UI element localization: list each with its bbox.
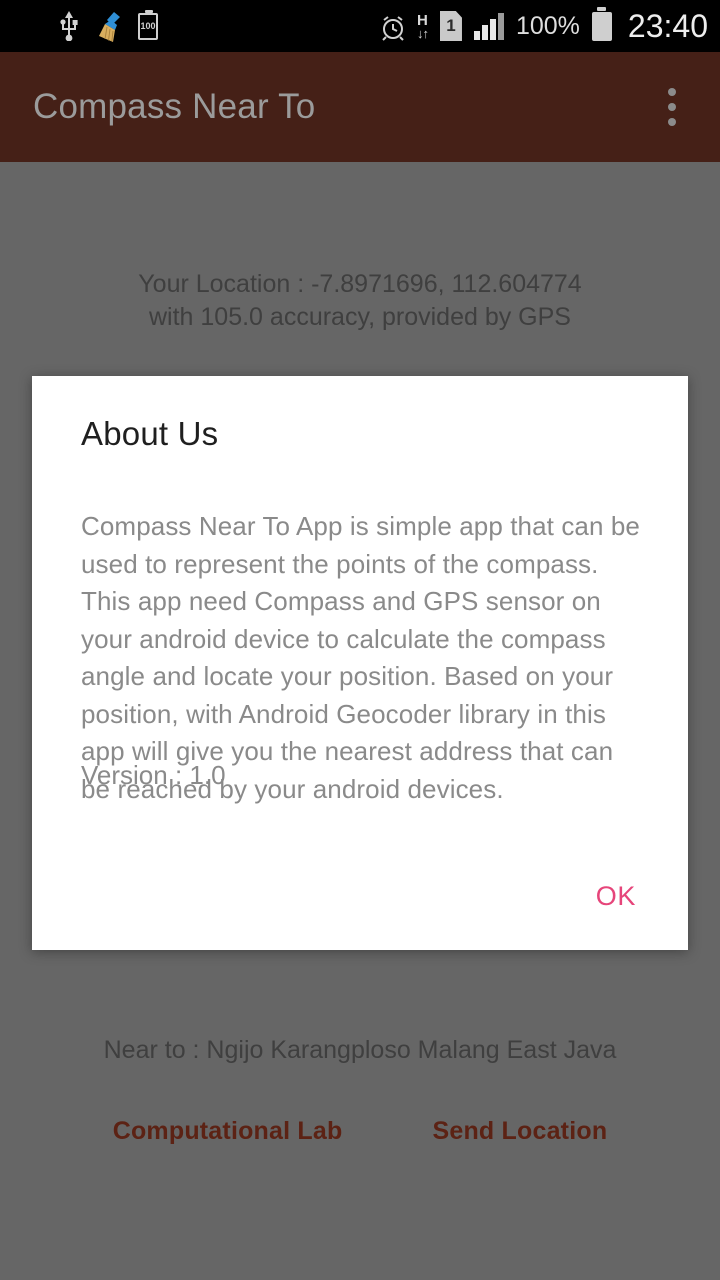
broom-icon [96,12,122,42]
computational-lab-button[interactable]: Computational Lab [99,1107,357,1156]
dialog-ok-button[interactable]: OK [580,873,652,920]
sim-label: 1 [446,16,456,35]
app-screen: 100 H ↓↑ 1 100% 23:40 Compass Near To Yo… [0,0,720,1280]
sim-card-icon: 1 [439,11,462,41]
battery-icon [591,6,612,41]
dialog-action-row: OK [580,873,652,920]
battery-percent-label: 100% [515,11,580,40]
app-bar: Compass Near To [0,52,720,162]
usb-icon [58,11,80,42]
dialog-version-label: Version : 1.0 [81,760,226,790]
status-bar: 100 H ↓↑ 1 100% 23:40 [0,0,720,52]
location-text: Your Location : -7.8971696, 112.604774 w… [0,268,720,334]
battery-saver-label: 100 [140,20,156,31]
battery-saver-icon: 100 [138,9,158,40]
signal-bars-icon [473,12,504,40]
location-line-1: Your Location : -7.8971696, 112.604774 [138,270,582,298]
clock-label: 23:40 [627,7,708,44]
status-bar-left-icons: 100 [58,9,158,42]
status-bar-right-icons: H ↓↑ 1 100% 23:40 [379,6,708,45]
about-us-dialog: About Us Compass Near To App is simple a… [32,376,688,950]
location-line-2: with 105.0 accuracy, provided by GPS [149,303,571,331]
hspa-data-icon: H ↓↑ [416,13,429,41]
page-title: Compass Near To [33,87,316,126]
send-location-button[interactable]: Send Location [418,1107,621,1156]
data-arrows-icon: ↓↑ [416,25,429,41]
bottom-button-row: Computational Lab Send Location [0,1107,720,1156]
overflow-menu-icon[interactable] [652,82,692,132]
dialog-title: About Us [81,415,219,452]
near-to-text: Near to : Ngijo Karangploso Malang East … [103,1036,617,1064]
alarm-clock-icon [379,13,405,41]
